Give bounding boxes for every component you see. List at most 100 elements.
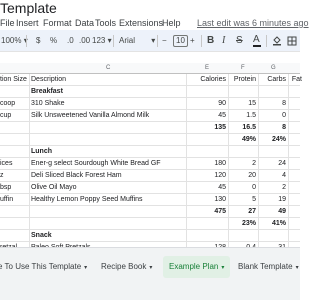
- text-color-button[interactable]: A: [253, 30, 260, 50]
- fat-cell[interactable]: [290, 98, 302, 110]
- menu-data[interactable]: Data: [75, 16, 94, 30]
- zoom-select[interactable]: 100% ▾: [1, 30, 28, 52]
- portion-size-cell[interactable]: ices: [0, 158, 28, 170]
- description-cell[interactable]: Deli Sliced Black Forest Ham: [31, 170, 184, 182]
- increase-decimal-button[interactable]: .00: [79, 30, 90, 52]
- description-cell[interactable]: 310 Shake: [31, 98, 184, 110]
- fat-cell[interactable]: [290, 146, 302, 158]
- document-title[interactable]: Template: [0, 0, 57, 16]
- protein-cell[interactable]: 49%: [230, 134, 256, 146]
- header-carbs[interactable]: Carbs: [260, 74, 286, 86]
- carbs-cell[interactable]: [260, 146, 286, 158]
- calories-cell[interactable]: [188, 146, 226, 158]
- menu-extensions[interactable]: Extensions: [119, 16, 163, 30]
- font-size-increase-button[interactable]: +: [190, 30, 195, 52]
- header-calories[interactable]: Calories: [188, 74, 226, 86]
- description-cell[interactable]: Silk Unsweetened Vanilla Almond Milk: [31, 110, 184, 122]
- percent-format-button[interactable]: %: [50, 30, 57, 52]
- carbs-cell[interactable]: 8: [260, 122, 286, 134]
- chevron-down-icon[interactable]: ▾: [296, 265, 299, 271]
- portion-size-cell[interactable]: bsp: [0, 182, 28, 194]
- fat-cell[interactable]: [290, 194, 302, 206]
- column-letter-f[interactable]: F: [241, 65, 245, 71]
- calories-cell[interactable]: [188, 86, 226, 98]
- tab-blank-template[interactable]: Blank Template ▾: [238, 256, 299, 278]
- last-edit-link[interactable]: Last edit was 6 minutes ago: [197, 16, 309, 30]
- carbs-cell[interactable]: 4: [260, 170, 286, 182]
- carbs-cell[interactable]: 41%: [260, 218, 286, 230]
- calories-cell[interactable]: 130: [188, 194, 226, 206]
- carbs-cell[interactable]: 2: [260, 182, 286, 194]
- menu-help[interactable]: Help: [162, 16, 181, 30]
- currency-format-button[interactable]: $: [36, 30, 40, 52]
- description-cell[interactable]: [31, 218, 184, 230]
- fat-cell[interactable]: [290, 110, 302, 122]
- carbs-cell[interactable]: [260, 230, 286, 242]
- carbs-cell[interactable]: 0: [260, 110, 286, 122]
- description-cell[interactable]: [31, 206, 184, 218]
- portion-size-cell[interactable]: [0, 230, 28, 242]
- portion-size-cell[interactable]: [0, 86, 28, 98]
- carbs-cell[interactable]: [260, 86, 286, 98]
- header-portion-size[interactable]: tion Size: [0, 74, 28, 86]
- description-cell[interactable]: Snack: [31, 230, 184, 242]
- protein-cell[interactable]: 5: [230, 194, 256, 206]
- column-letter-g[interactable]: G: [271, 65, 276, 71]
- fat-cell[interactable]: [290, 182, 302, 194]
- calories-cell[interactable]: [188, 218, 226, 230]
- portion-size-cell[interactable]: cup: [0, 110, 28, 122]
- menu-file[interactable]: File: [0, 16, 15, 30]
- fill-color-icon[interactable]: [272, 30, 282, 52]
- font-size-decrease-button[interactable]: −: [162, 30, 167, 52]
- protein-cell[interactable]: [230, 230, 256, 242]
- carbs-cell[interactable]: 49: [260, 206, 286, 218]
- description-cell[interactable]: Healthy Lemon Poppy Seed Muffins: [31, 194, 184, 206]
- tab-recipe-book[interactable]: Recipe Book ▾: [101, 256, 152, 278]
- menu-format[interactable]: Format: [43, 16, 72, 30]
- protein-cell[interactable]: 2: [230, 158, 256, 170]
- portion-size-cell[interactable]: [0, 146, 28, 158]
- strikethrough-button[interactable]: S: [236, 30, 243, 52]
- calories-cell[interactable]: 135: [188, 122, 226, 134]
- portion-size-cell[interactable]: coop: [0, 98, 28, 110]
- carbs-cell[interactable]: 24: [260, 158, 286, 170]
- calories-cell[interactable]: 90: [188, 98, 226, 110]
- description-cell[interactable]: [31, 122, 184, 134]
- protein-cell[interactable]: 27: [230, 206, 256, 218]
- calories-cell[interactable]: 45: [188, 182, 226, 194]
- fat-cell[interactable]: [290, 206, 302, 218]
- protein-cell[interactable]: 15: [230, 98, 256, 110]
- calories-cell[interactable]: 180: [188, 158, 226, 170]
- fat-cell[interactable]: [290, 158, 302, 170]
- menu-tools[interactable]: Tools: [95, 16, 116, 30]
- calories-cell[interactable]: 120: [188, 170, 226, 182]
- header-description[interactable]: Description: [31, 74, 184, 86]
- calories-cell[interactable]: [188, 134, 226, 146]
- protein-cell[interactable]: 23%: [230, 218, 256, 230]
- protein-cell[interactable]: 1.5: [230, 110, 256, 122]
- description-cell[interactable]: Olive Oil Mayo: [31, 182, 184, 194]
- protein-cell[interactable]: [230, 86, 256, 98]
- calories-cell[interactable]: [188, 230, 226, 242]
- fat-cell[interactable]: [290, 122, 302, 134]
- carbs-cell[interactable]: 19: [260, 194, 286, 206]
- description-cell[interactable]: Breakfast: [31, 86, 184, 98]
- tab-example-plan[interactable]: Example Plan ▾: [163, 256, 231, 278]
- portion-size-cell[interactable]: [0, 206, 28, 218]
- italic-button[interactable]: I: [222, 30, 225, 52]
- decrease-decimal-button[interactable]: .0: [67, 30, 74, 52]
- portion-size-cell[interactable]: [0, 218, 28, 230]
- more-formats-button[interactable]: 123 ▾: [92, 30, 112, 52]
- protein-cell[interactable]: 0: [230, 182, 256, 194]
- calories-cell[interactable]: 475: [188, 206, 226, 218]
- header-fat[interactable]: Fat: [290, 74, 302, 86]
- carbs-cell[interactable]: 8: [260, 98, 286, 110]
- description-cell[interactable]: Lunch: [31, 146, 184, 158]
- menu-insert[interactable]: Insert: [16, 16, 39, 30]
- bold-button[interactable]: B: [207, 30, 214, 52]
- font-size-input[interactable]: 10: [173, 35, 188, 47]
- fat-cell[interactable]: [290, 170, 302, 182]
- borders-icon[interactable]: [287, 30, 297, 52]
- column-letter-c[interactable]: C: [106, 65, 110, 71]
- chevron-down-icon[interactable]: ▾: [149, 265, 152, 271]
